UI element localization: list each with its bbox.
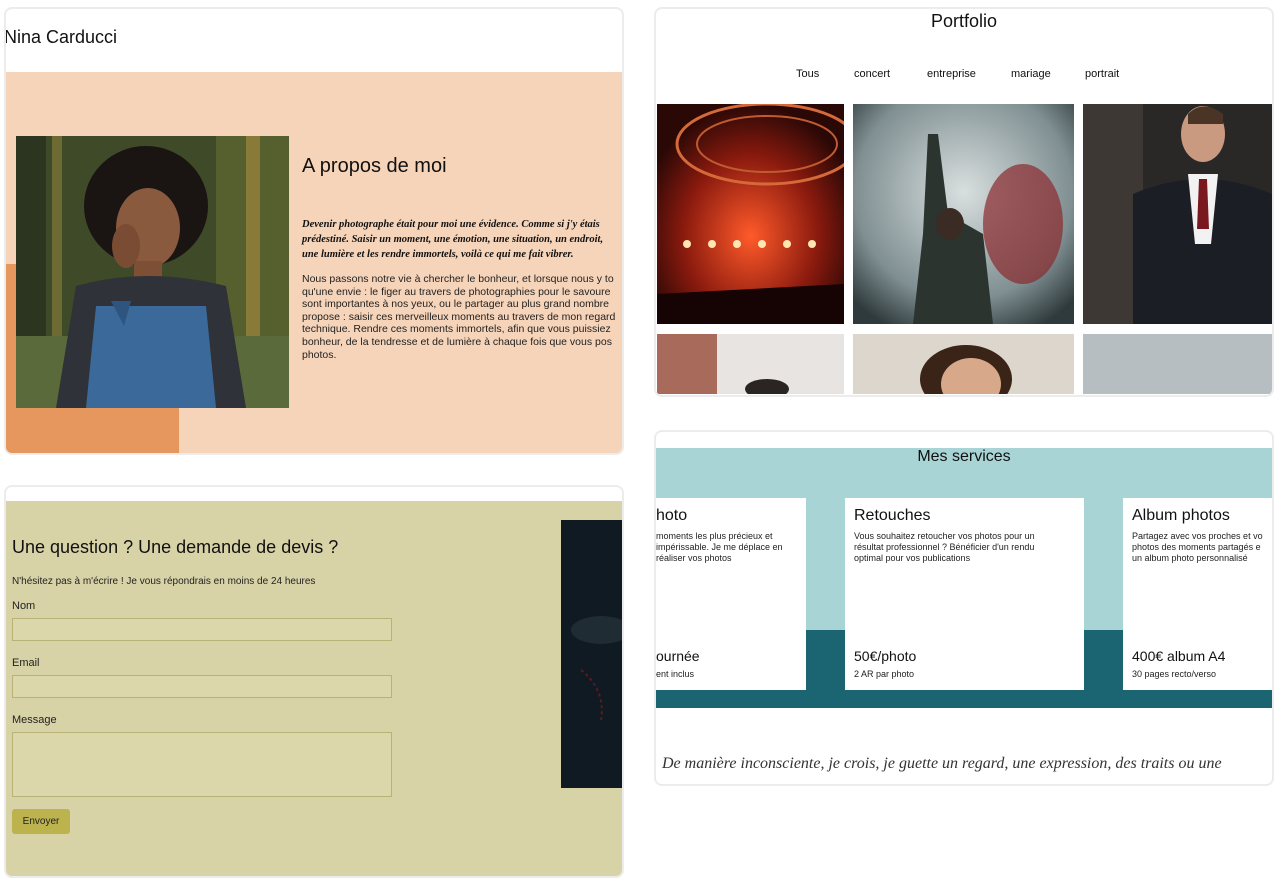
portrait-photo <box>16 136 289 408</box>
quote-text: De manière inconsciente, je crois, je gu… <box>662 755 1222 772</box>
service-description: Partagez avec vos proches et vo photos d… <box>1132 531 1272 564</box>
portfolio-title: Portfolio <box>930 11 998 31</box>
service-description-line: moments les plus précieux et <box>656 531 773 541</box>
about-body-line: qu'une envie : le figer au travers de ph… <box>302 285 611 298</box>
gallery-image-wedding[interactable] <box>657 334 844 394</box>
service-description-line: optimal pour vos publications <box>854 553 971 563</box>
service-card-retouches: Retouches Vous souhaitez retoucher vos p… <box>845 498 1084 690</box>
contact-section-card: Une question ? Une demande de devis ? N'… <box>4 485 624 878</box>
service-description-line: Partagez avec vos proches et vo <box>1132 531 1263 541</box>
about-body-line: sont importantes à nos yeux, ou le parta… <box>302 298 610 311</box>
service-description-line: un album photo personnalisé <box>1132 553 1248 563</box>
gallery-image-concert-crowd[interactable] <box>853 104 1074 324</box>
about-body-line: technique. Rendre ces moments immortels,… <box>302 323 611 336</box>
service-price: 50€/photo <box>854 648 917 664</box>
camera-photo <box>561 520 622 788</box>
service-name: Retouches <box>854 507 931 524</box>
send-button[interactable]: Envoyer <box>12 809 70 834</box>
service-note: ent inclus <box>656 669 695 679</box>
filter-concert[interactable]: concert <box>854 68 890 80</box>
service-description-line: impérissable. Je me déplace en <box>656 542 783 552</box>
about-lead-text: Devenir photographe était pour moi une é… <box>302 219 604 260</box>
service-description: Vous souhaitez retoucher vos photos pour… <box>854 531 1079 564</box>
about-body-line: propose : saisir ces merveilleux moments… <box>302 310 616 323</box>
message-label: Message <box>12 714 57 726</box>
about-body-text: Nous passons notre vie à chercher le bon… <box>302 273 622 361</box>
service-price: 400€ album A4 <box>1132 648 1226 664</box>
filter-entreprise[interactable]: entreprise <box>927 68 976 80</box>
service-note: 30 pages recto/verso <box>1132 669 1217 679</box>
service-description-line: photos des moments partagés e <box>1132 542 1261 552</box>
service-description-line: résultat professionnel ? Bénéficier d'un… <box>854 542 1035 552</box>
services-section-card: Mes services hoto moments les plus préci… <box>654 430 1274 786</box>
service-description: moments les plus précieux et impérissabl… <box>656 531 806 564</box>
gallery-image-smiling-woman[interactable] <box>853 334 1074 394</box>
service-note: 2 AR par photo <box>854 669 915 679</box>
site-name[interactable]: Nina Carducci <box>6 27 117 48</box>
portfolio-section-card: Portfolio Tous concert entreprise mariag… <box>654 7 1274 397</box>
name-input[interactable] <box>12 618 392 641</box>
name-label: Nom <box>12 600 36 612</box>
service-card-album: Album photos Partagez avec vos proches e… <box>1123 498 1272 690</box>
service-name: hoto <box>656 507 688 524</box>
about-body-line: photos. <box>302 348 337 361</box>
email-label: Email <box>12 657 40 669</box>
message-textarea[interactable] <box>12 732 392 797</box>
about-body-line: bonheur, de la tendresse et de lumière à… <box>302 335 612 348</box>
service-description-line: Vous souhaitez retoucher vos photos pour… <box>854 531 1035 541</box>
about-body-line: Nous passons notre vie à chercher le bon… <box>302 273 614 285</box>
about-section-card: Nina Carducci A propos de moi Devenir ph… <box>4 7 624 455</box>
service-name: Album photos <box>1132 507 1230 524</box>
gallery-image-business-portrait[interactable] <box>1083 104 1272 324</box>
contact-title: Une question ? Une demande de devis ? <box>12 537 339 557</box>
gallery-image-concert-stage[interactable] <box>657 104 844 324</box>
services-title: Mes services <box>917 448 1011 465</box>
service-price: ournée <box>656 648 700 664</box>
service-description-line: réaliser vos photos <box>656 553 732 563</box>
filter-tous[interactable]: Tous <box>796 68 819 80</box>
filter-portrait[interactable]: portrait <box>1085 68 1119 80</box>
gallery-image-portrait-light[interactable] <box>1083 334 1272 394</box>
service-card-photo: hoto moments les plus précieux et impéri… <box>656 498 806 690</box>
filter-mariage[interactable]: mariage <box>1011 68 1051 80</box>
email-input[interactable] <box>12 675 392 698</box>
contact-subtitle: N'hésitez pas à m'écrire ! Je vous répon… <box>12 576 316 587</box>
about-title: A propos de moi <box>302 155 447 177</box>
